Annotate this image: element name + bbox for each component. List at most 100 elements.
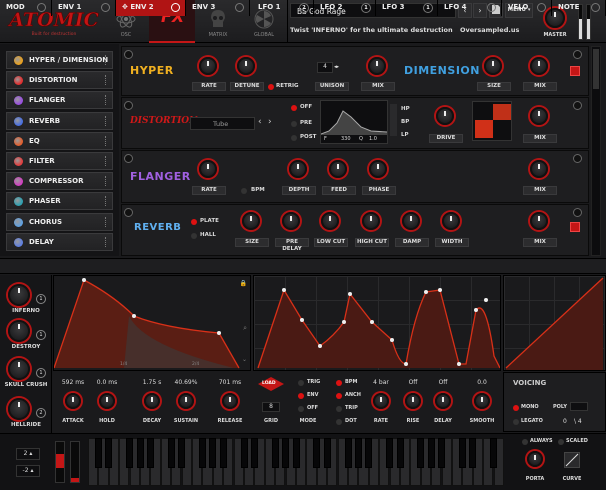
- trig-led[interactable]: [298, 380, 304, 386]
- smooth-knob[interactable]: [474, 393, 490, 409]
- mono-led[interactable]: [513, 405, 519, 411]
- envelope-editor[interactable]: 1/4 2/4 🔒 ⌕ ⌄: [53, 275, 251, 371]
- hall-led[interactable]: [191, 233, 197, 239]
- distortion-type-prev[interactable]: ‹: [258, 117, 262, 127]
- lfo-node[interactable]: [484, 298, 488, 302]
- flanger-bpm-led[interactable]: [241, 188, 247, 194]
- reverb-power-button[interactable]: [124, 208, 133, 217]
- flanger-depth-knob[interactable]: [289, 160, 307, 178]
- porta-knob[interactable]: [527, 451, 543, 467]
- drag-handle-icon[interactable]: [105, 95, 107, 106]
- site-link[interactable]: Oversampled.us: [460, 26, 540, 34]
- lfo-editor[interactable]: [253, 275, 501, 371]
- dimension-size-knob[interactable]: [484, 57, 502, 75]
- sustain-knob[interactable]: [178, 393, 194, 409]
- drag-handle-icon[interactable]: [105, 196, 107, 207]
- black-key[interactable]: [167, 438, 175, 468]
- sidebar-item-reverb[interactable]: REVERB: [6, 111, 113, 130]
- distortion-filter-graph[interactable]: F 330 Q 1.0: [320, 100, 388, 144]
- black-key[interactable]: [313, 438, 321, 468]
- drag-handle-icon[interactable]: [105, 75, 107, 86]
- black-key[interactable]: [146, 438, 154, 468]
- predelay-knob[interactable]: [282, 212, 300, 230]
- env-led[interactable]: [298, 393, 304, 399]
- sidebar-item-filter[interactable]: FILTER: [6, 152, 113, 170]
- hold-knob[interactable]: [99, 393, 115, 409]
- dimension-power-button[interactable]: [573, 50, 582, 59]
- attack-knob[interactable]: [65, 393, 81, 409]
- filter-mode-slider[interactable]: [390, 104, 397, 136]
- lfo-node[interactable]: [318, 344, 322, 348]
- drag-handle-icon[interactable]: [105, 216, 107, 227]
- flanger-power-button[interactable]: [124, 154, 133, 163]
- sidebar-item-phaser[interactable]: PHASER: [6, 192, 113, 211]
- black-key[interactable]: [219, 438, 227, 468]
- black-key[interactable]: [126, 438, 134, 468]
- black-key[interactable]: [94, 438, 102, 468]
- tab-env1[interactable]: ENV 1: [52, 0, 116, 16]
- unison-value[interactable]: 4: [317, 62, 333, 73]
- sidebar-item-eq[interactable]: EQ: [6, 131, 113, 150]
- black-key[interactable]: [198, 438, 206, 468]
- tab-lfo3[interactable]: LFO 3 1: [376, 0, 438, 16]
- damp-knob[interactable]: [402, 212, 420, 230]
- drag-handle-icon[interactable]: [105, 135, 107, 146]
- lowcut-knob[interactable]: [321, 212, 339, 230]
- black-key[interactable]: [365, 438, 373, 468]
- tab-lfo4[interactable]: LFO 4: [438, 0, 502, 16]
- tab-velo[interactable]: VELO: [502, 0, 552, 16]
- reverb-right-power[interactable]: [573, 208, 582, 217]
- lfo-rate-knob[interactable]: [373, 393, 389, 409]
- lfo-node[interactable]: [438, 288, 442, 292]
- black-key[interactable]: [105, 438, 113, 468]
- black-key[interactable]: [396, 438, 404, 468]
- distortion-type-next[interactable]: ›: [268, 117, 272, 127]
- black-key[interactable]: [136, 438, 144, 468]
- drag-handle-icon[interactable]: [105, 236, 107, 247]
- dist-off-led[interactable]: [291, 105, 297, 111]
- lfo-delay-knob[interactable]: [435, 393, 451, 409]
- decay-knob[interactable]: [144, 393, 160, 409]
- octave-down[interactable]: -2 ▴: [16, 465, 40, 477]
- black-key[interactable]: [386, 438, 394, 468]
- reverb-size-knob[interactable]: [242, 212, 260, 230]
- black-key[interactable]: [209, 438, 217, 468]
- drag-handle-icon[interactable]: [105, 156, 107, 166]
- chevron-down-icon[interactable]: ⌄: [242, 356, 247, 363]
- scrollbar-thumb[interactable]: [593, 49, 599, 89]
- black-key[interactable]: [250, 438, 258, 468]
- grid-value[interactable]: 8: [262, 402, 280, 412]
- bp-label[interactable]: BP: [401, 119, 409, 125]
- octave-up[interactable]: 2 ▴: [16, 448, 40, 460]
- distortion-right-power[interactable]: [573, 101, 582, 110]
- macro-hellride-knob[interactable]: [8, 398, 30, 420]
- reverb-mix-knob[interactable]: [530, 212, 548, 230]
- lfo-node[interactable]: [457, 362, 461, 366]
- hyper-rate-knob[interactable]: [199, 57, 217, 75]
- flanger-right-power[interactable]: [573, 154, 582, 163]
- zoom-icon[interactable]: ⌕: [243, 324, 247, 333]
- tab-lfo2[interactable]: LFO 2 1: [314, 0, 376, 16]
- trip-led[interactable]: [336, 406, 342, 412]
- release-knob[interactable]: [222, 393, 238, 409]
- tab-env3[interactable]: ENV 3: [186, 0, 250, 16]
- hyper-power-button[interactable]: [124, 50, 133, 59]
- distortion-xy-pad[interactable]: [472, 101, 512, 141]
- mod-wheel[interactable]: [70, 441, 80, 483]
- scaled-led[interactable]: [558, 439, 564, 445]
- lfo-node[interactable]: [348, 292, 352, 296]
- sidebar-item-hyper-dimension[interactable]: HYPER / DIMENSION: [6, 51, 113, 69]
- lfo-node[interactable]: [474, 308, 478, 312]
- tab-mod[interactable]: MOD: [0, 0, 52, 16]
- macro-inferno-knob[interactable]: [8, 284, 30, 306]
- anch-led[interactable]: [336, 393, 342, 399]
- black-key[interactable]: [458, 438, 466, 468]
- lfo-node[interactable]: [282, 288, 286, 292]
- sidebar-item-delay[interactable]: DELAY: [6, 232, 113, 251]
- pitch-wheel[interactable]: [55, 441, 65, 483]
- dimension-enable-toggle[interactable]: [570, 66, 580, 76]
- flanger-rate-knob[interactable]: [199, 160, 217, 178]
- black-key[interactable]: [240, 438, 248, 468]
- black-key[interactable]: [292, 438, 300, 468]
- macro-destroy-knob[interactable]: [8, 320, 30, 342]
